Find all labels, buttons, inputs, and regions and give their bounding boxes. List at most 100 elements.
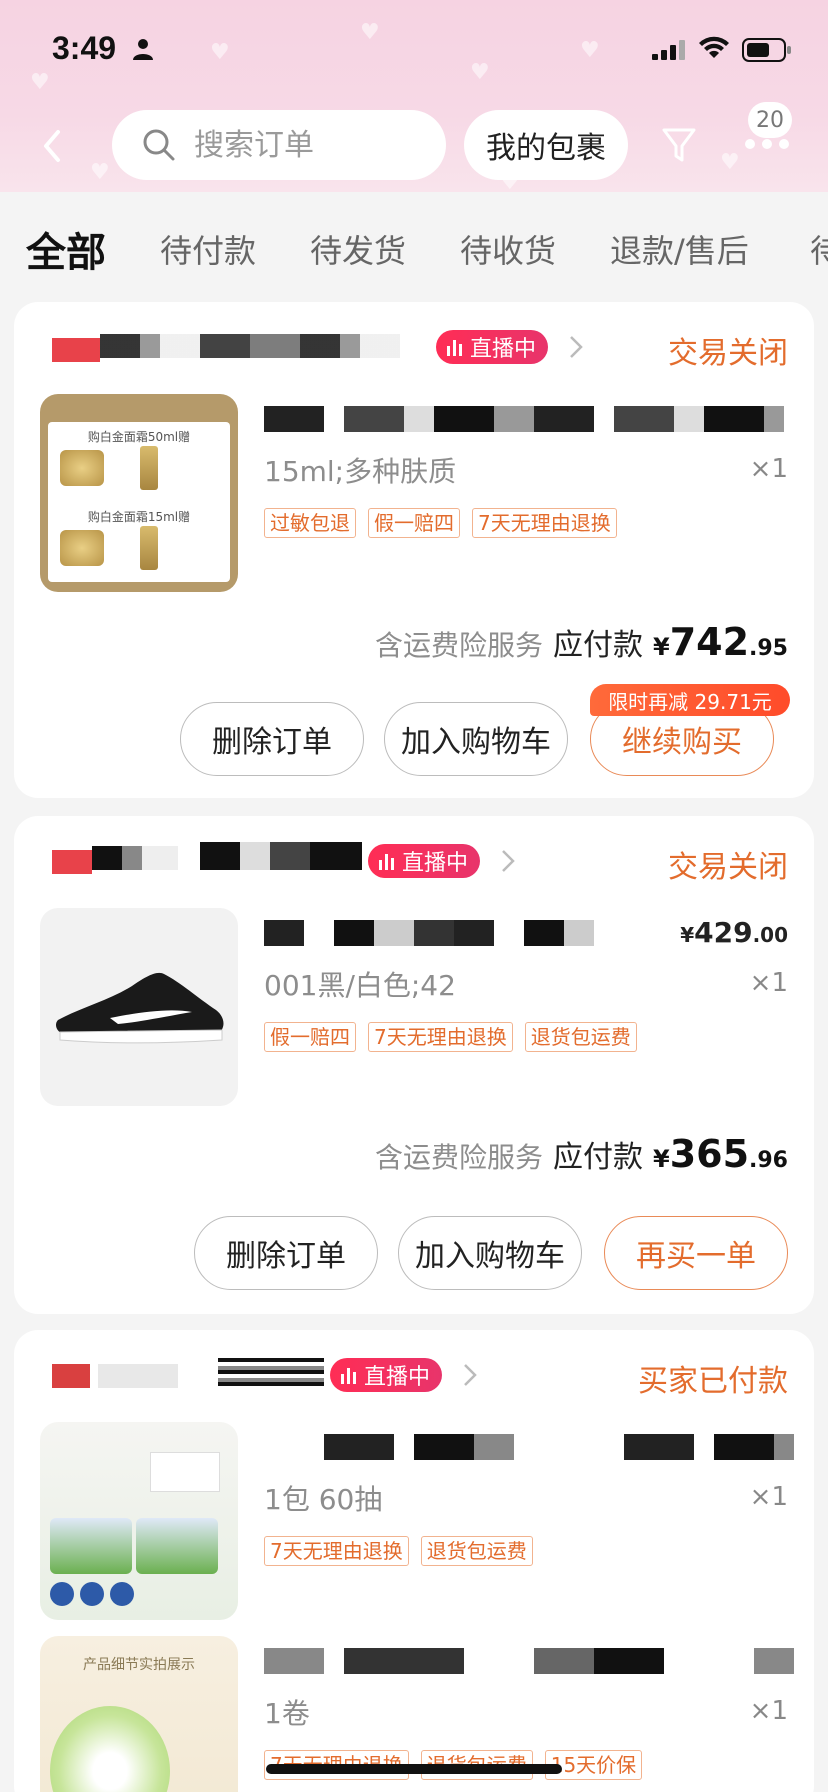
service-tag: 过敏包退 bbox=[264, 508, 356, 538]
tissue-pack bbox=[136, 1518, 218, 1574]
redacted-product-title[interactable] bbox=[264, 920, 594, 946]
status-time: 3:49 bbox=[52, 30, 117, 66]
delete-order-button[interactable]: 删除订单 bbox=[180, 702, 364, 776]
order-status: 交易关闭 bbox=[668, 336, 788, 371]
redacted-product-title[interactable] bbox=[264, 1648, 794, 1674]
order-card[interactable]: 直播中 交易关闭 ¥429.00 001黑/白色;42 ×1 假一赔四 7天无理… bbox=[14, 816, 814, 1314]
tissue-pack bbox=[50, 1518, 132, 1574]
live-badge[interactable]: 直播中 bbox=[330, 1358, 443, 1392]
product-bottle bbox=[140, 526, 158, 570]
service-tag: 7天无理由退换 bbox=[264, 1536, 409, 1566]
filter-icon[interactable] bbox=[662, 126, 696, 164]
home-indicator[interactable] bbox=[266, 1764, 562, 1774]
unit-price: ¥429.00 bbox=[680, 916, 788, 949]
amount-due: ¥742.95 bbox=[652, 620, 788, 664]
notification-badge: 20 bbox=[748, 102, 792, 138]
redacted-shop-logo bbox=[52, 338, 100, 362]
live-badge[interactable]: 直播中 bbox=[436, 330, 549, 364]
person-icon bbox=[133, 39, 153, 60]
delete-order-button[interactable]: 删除订单 bbox=[194, 1216, 378, 1290]
chevron-right-icon bbox=[464, 1364, 477, 1386]
live-badge[interactable]: 直播中 bbox=[368, 844, 481, 878]
add-to-cart-button[interactable]: 加入购物车 bbox=[384, 702, 568, 776]
service-tags: 假一赔四 7天无理由退换 退货包运费 bbox=[264, 1022, 637, 1052]
buy-again-button[interactable]: 再买一单 bbox=[604, 1216, 788, 1290]
service-tags: 过敏包退 假一赔四 7天无理由退换 bbox=[264, 508, 617, 538]
redacted-shop-logo bbox=[52, 1364, 90, 1388]
search-box[interactable] bbox=[112, 110, 446, 180]
live-label: 直播中 bbox=[364, 1365, 431, 1390]
product-image[interactable] bbox=[40, 908, 238, 1106]
chevron-right-icon bbox=[570, 336, 583, 358]
product-spec: 001黑/白色;42 bbox=[264, 969, 456, 1002]
product-image[interactable]: 产品细节实拍展示 bbox=[40, 1636, 238, 1792]
service-tag: 假一赔四 bbox=[368, 508, 460, 538]
heart-decoration: ♥ bbox=[30, 70, 50, 95]
sneaker-image bbox=[56, 972, 224, 1044]
tab-pending-review[interactable]: 待 bbox=[810, 226, 828, 272]
product-quantity: ×1 bbox=[749, 1696, 788, 1726]
product-spec: 1卷 bbox=[264, 1697, 310, 1730]
live-label: 直播中 bbox=[402, 851, 469, 876]
amount-due: ¥365.96 bbox=[652, 1132, 788, 1176]
promo-badge: 限时再减 29.71元 bbox=[590, 684, 790, 716]
product-jar bbox=[60, 450, 104, 486]
service-tag: 退货包运费 bbox=[524, 1022, 637, 1052]
tissue-sheet bbox=[150, 1452, 220, 1492]
product-image[interactable] bbox=[40, 1422, 238, 1620]
amount-due-label: 应付款 bbox=[552, 1140, 643, 1175]
redacted-product-title[interactable] bbox=[264, 1434, 794, 1460]
tab-pending-receipt[interactable]: 待收货 bbox=[460, 226, 556, 272]
live-icon bbox=[341, 1368, 356, 1384]
tab-pending-payment[interactable]: 待付款 bbox=[160, 226, 256, 272]
order-card[interactable]: 直播中 买家已付款 1包 60抽 ×1 7天无理由退换 退货包运费 产品细节实拍… bbox=[14, 1330, 814, 1792]
service-tag: 7天无理由退换 bbox=[368, 1022, 513, 1052]
tab-refund[interactable]: 退款/售后 bbox=[610, 226, 749, 272]
product-spec: 15ml;多种肤质 bbox=[264, 455, 457, 488]
order-card[interactable]: 直播中 交易关闭 购白金面霜50ml赠 购白金面霜15ml赠 15ml;多种肤质… bbox=[14, 302, 814, 798]
signal-icon bbox=[652, 40, 685, 60]
product-spec: 1包 60抽 bbox=[264, 1483, 383, 1516]
my-package-button[interactable]: 我的包裹 bbox=[464, 110, 628, 180]
service-tag: 假一赔四 bbox=[264, 1022, 356, 1052]
order-tabs: 全部 待付款 待发货 待收货 退款/售后 待 bbox=[0, 192, 828, 302]
tab-pending-shipment[interactable]: 待发货 bbox=[310, 226, 406, 272]
redacted-shop-name bbox=[100, 334, 400, 358]
payment-row: 含运费险服务 应付款 ¥365.96 bbox=[375, 1132, 788, 1176]
header: ♥ ♥ ♥ ♥ ♥ ♥ ♥ ♥ 3:49 搜索订单 我的包裹 20 bbox=[0, 0, 828, 192]
search-icon bbox=[143, 129, 175, 161]
order-status: 买家已付款 bbox=[638, 1364, 788, 1399]
redacted-product-title[interactable] bbox=[264, 406, 784, 432]
service-tag: 7天无理由退换 bbox=[472, 508, 617, 538]
redacted-shop-name bbox=[200, 842, 362, 870]
amount-due-label: 应付款 bbox=[552, 628, 643, 663]
feature-dot bbox=[110, 1582, 134, 1606]
feature-dot bbox=[80, 1582, 104, 1606]
chevron-right-icon bbox=[502, 850, 515, 872]
product-quantity: ×1 bbox=[749, 454, 788, 484]
search-input[interactable] bbox=[194, 110, 434, 180]
product-image-caption: 产品细节实拍展示 bbox=[83, 1657, 195, 1673]
service-tag: 退货包运费 bbox=[420, 1536, 533, 1566]
more-icon[interactable] bbox=[742, 136, 792, 152]
product-bottle bbox=[140, 446, 158, 490]
wifi-icon bbox=[699, 36, 729, 58]
tissue-roll bbox=[50, 1706, 170, 1792]
redacted-shop-logo bbox=[52, 850, 92, 874]
product-jar bbox=[60, 530, 104, 566]
insurance-label: 含运费险服务 bbox=[374, 1141, 543, 1174]
live-label: 直播中 bbox=[470, 337, 537, 362]
insurance-label: 含运费险服务 bbox=[374, 629, 543, 662]
product-quantity: ×1 bbox=[749, 968, 788, 998]
back-icon[interactable] bbox=[38, 126, 66, 166]
product-quantity: ×1 bbox=[749, 1482, 788, 1512]
tab-all[interactable]: 全部 bbox=[26, 220, 106, 278]
redacted-shop-name bbox=[218, 1358, 324, 1386]
battery-icon bbox=[742, 38, 791, 62]
product-image[interactable]: 购白金面霜50ml赠 购白金面霜15ml赠 bbox=[40, 394, 238, 592]
product-image-caption: 购白金面霜50ml赠 bbox=[87, 430, 191, 444]
status-bar: 3:49 bbox=[0, 28, 828, 72]
add-to-cart-button[interactable]: 加入购物车 bbox=[398, 1216, 582, 1290]
live-icon bbox=[447, 340, 462, 356]
nav-bar: 我的包裹 20 bbox=[0, 102, 828, 182]
